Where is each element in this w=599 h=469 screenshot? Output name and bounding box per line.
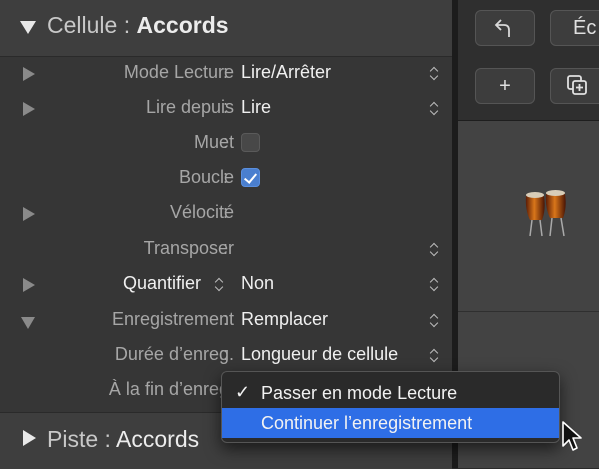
- edit-button[interactable]: Éc: [550, 10, 599, 46]
- duplicate-icon: [567, 75, 587, 95]
- checkmark-icon: ✓: [235, 382, 251, 402]
- disclosure-triangle-open-icon[interactable]: [21, 317, 35, 329]
- tracks-toolbar: Éc +: [458, 0, 599, 121]
- colon: :: [223, 132, 229, 152]
- end-of-recording-menu: ✓ Passer en mode Lecture Continuer l’enr…: [221, 371, 560, 443]
- popup-chevrons-icon[interactable]: [430, 100, 440, 118]
- menu-item-label: Passer en mode Lecture: [261, 383, 458, 403]
- row-boucle: Boucle :: [0, 161, 452, 196]
- cell-section-value: Accords: [136, 12, 229, 38]
- cell-section-title: Cellule : Accords: [47, 12, 229, 39]
- fin-enreg-label: À la fin d’enreg.: [108, 379, 234, 399]
- row-mode-lecture: Mode Lecture : Lire/Arrêter: [0, 56, 452, 91]
- popup-chevrons-icon[interactable]: [430, 65, 440, 83]
- transposer-label: Transposer: [143, 238, 234, 258]
- disclosure-triangle-icon[interactable]: [23, 102, 35, 116]
- disclosure-triangle-icon[interactable]: [23, 67, 35, 81]
- colon: :: [223, 344, 229, 364]
- row-velocite: Vélocité :: [0, 196, 452, 231]
- quantifier-popup[interactable]: Non: [241, 273, 274, 294]
- quantifier-label[interactable]: Quantifier: [123, 273, 201, 294]
- enregistrement-label: Enregistrement: [111, 309, 234, 329]
- colon: :: [223, 202, 229, 222]
- mode-lecture-popup[interactable]: Lire/Arrêter: [241, 62, 331, 83]
- row-muet: Muet :: [0, 126, 452, 161]
- disclosure-triangle-icon[interactable]: [23, 278, 35, 292]
- add-track-button[interactable]: +: [475, 68, 535, 104]
- popup-chevrons-icon[interactable]: [430, 312, 440, 330]
- piste-section-title: Piste : Accords: [47, 426, 199, 453]
- colon: :: [223, 309, 229, 329]
- piste-section-value: Accords: [116, 426, 200, 452]
- cell-section-label: Cellule :: [47, 12, 131, 38]
- quantifier-chevrons-icon[interactable]: [215, 276, 225, 294]
- row-lire-depuis: Lire depuis : Lire: [0, 91, 452, 126]
- menu-item-passer-en-mode-lecture[interactable]: ✓ Passer en mode Lecture: [222, 378, 559, 408]
- enregistrement-popup[interactable]: Remplacer: [241, 309, 328, 330]
- row-duree-enreg: Durée d’enreg. : Longueur de cellule: [0, 338, 452, 373]
- boucle-checkbox[interactable]: [241, 168, 260, 187]
- colon: :: [223, 167, 229, 187]
- congas-instrument-icon: [525, 190, 566, 237]
- disclosure-triangle-icon[interactable]: [23, 207, 35, 221]
- muet-checkbox[interactable]: [241, 133, 260, 152]
- row-quantifier: Quantifier Non: [0, 267, 452, 302]
- row-transposer: Transposer :: [0, 232, 452, 267]
- disclosure-triangle-icon[interactable]: [23, 430, 36, 446]
- lire-depuis-label: Lire depuis: [145, 97, 234, 117]
- menu-item-label: Continuer l’enregistrement: [261, 413, 473, 433]
- checkmark-icon: [243, 170, 258, 184]
- menu-item-continuer-enregistrement[interactable]: Continuer l’enregistrement: [222, 408, 559, 438]
- row-enregistrement: Enregistrement : Remplacer: [0, 303, 452, 338]
- piste-section-label: Piste :: [47, 426, 111, 452]
- cell-section-header[interactable]: Cellule : Accords: [0, 0, 452, 57]
- duree-enreg-popup[interactable]: Longueur de cellule: [241, 344, 398, 365]
- lire-depuis-popup[interactable]: Lire: [241, 97, 271, 118]
- disclosure-triangle-open-icon[interactable]: [20, 21, 36, 34]
- popup-chevrons-icon[interactable]: [430, 347, 440, 365]
- back-arrow-icon: [494, 19, 510, 37]
- duplicate-button[interactable]: [550, 68, 599, 104]
- colon: :: [223, 97, 229, 117]
- arrow-cursor-icon: [562, 421, 582, 451]
- popup-chevrons-icon[interactable]: [430, 276, 440, 294]
- track-separator: [458, 311, 599, 312]
- popup-chevrons-icon[interactable]: [430, 241, 440, 259]
- duree-enreg-label: Durée d’enreg.: [114, 344, 234, 364]
- colon: :: [223, 62, 229, 82]
- back-arrow-button[interactable]: [475, 10, 535, 46]
- colon: :: [223, 238, 229, 258]
- mode-lecture-label: Mode Lecture: [123, 62, 234, 82]
